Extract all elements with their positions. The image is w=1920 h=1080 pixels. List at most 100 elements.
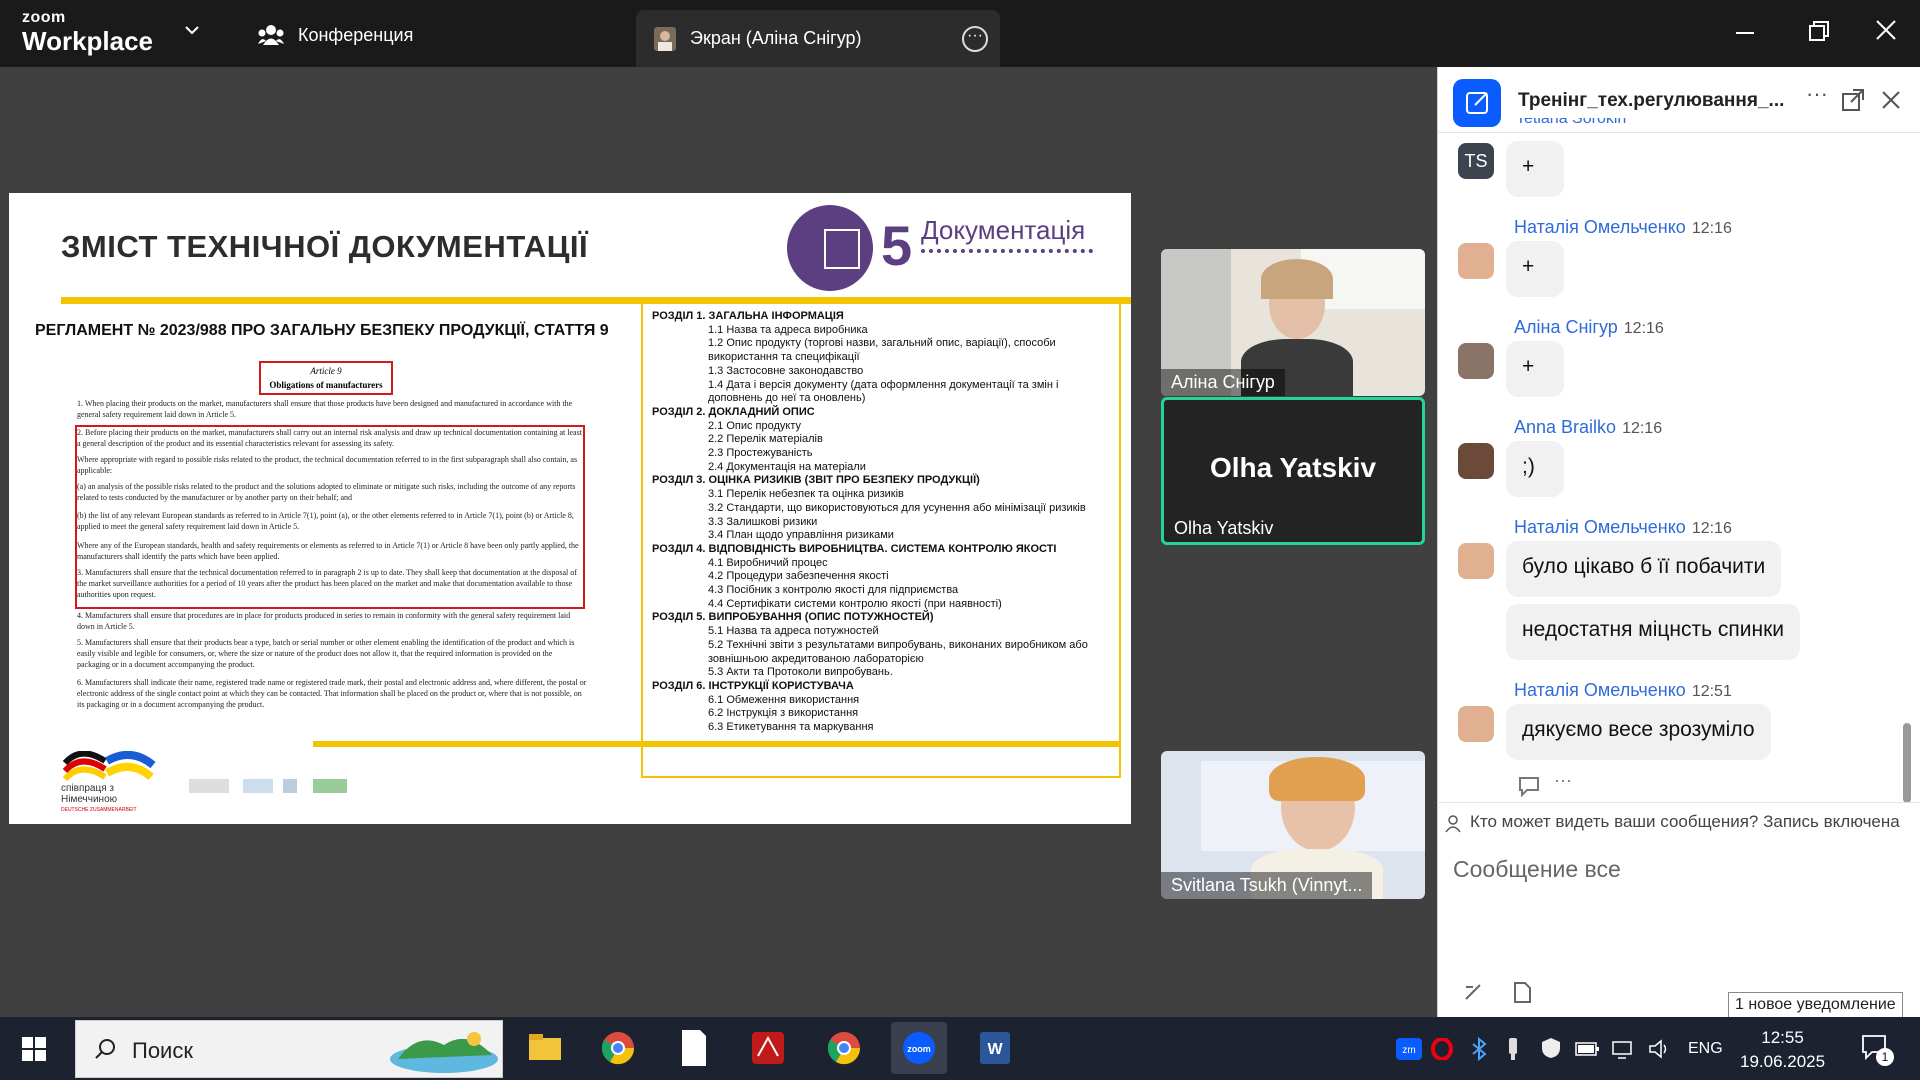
avatar[interactable] (1458, 343, 1494, 379)
toc-item: 4.1 Виробничий процес (708, 556, 828, 569)
partner-logo-4 (283, 779, 297, 793)
participant-display-name: Olha Yatskiv (1209, 452, 1377, 483)
partner-line-3: DEUTSCHE ZUSAMMENARBEIT (61, 807, 137, 813)
toc-section-heading: РОЗДІЛ 5. ВИПРОБУВАННЯ (ОПИС ПОТУЖНОСТЕЙ… (652, 611, 934, 624)
opera-tray-icon[interactable] (1431, 1038, 1453, 1060)
article-number: Article 9 (310, 366, 342, 376)
toc-item: 6.1 Обмеження використання (708, 693, 860, 706)
conference-label: Конференция (298, 24, 414, 45)
paragraph-4: 4. Manufacturers shall ensure that proce… (77, 611, 571, 631)
taskbar-zoom[interactable]: zoom (891, 1022, 947, 1074)
toc-item: 3.2 Стандарти, що використовуються для у… (708, 501, 1086, 514)
close-icon[interactable] (1876, 20, 1896, 40)
bluetooth-icon[interactable] (1470, 1037, 1488, 1061)
windows-start-icon[interactable] (22, 1037, 46, 1061)
chevron-down-icon[interactable] (184, 24, 200, 36)
taskbar-word[interactable]: W (966, 1022, 1022, 1074)
battery-icon[interactable] (1575, 1040, 1601, 1058)
dotted-divider (921, 249, 1093, 253)
paragraph-2a: (a) an analysis of the possible risks re… (77, 482, 576, 502)
avatar-icon (654, 26, 676, 51)
taskbar-search[interactable]: Поиск (75, 1020, 503, 1078)
author-name: Anna Brailko (1514, 417, 1617, 437)
volume-icon[interactable] (1648, 1038, 1672, 1060)
chat-header: Тренінг_тех.регулювання_... ··· (1438, 67, 1920, 133)
toc-item: 6.3 Етикетування та маркування (708, 721, 874, 734)
avatar[interactable] (1458, 543, 1494, 579)
article-title-box: Article 9 Obligations of manufacturers (259, 361, 393, 395)
message-time: 12:51 (1691, 683, 1732, 700)
visibility-notice[interactable]: Кто может видеть ваши сообщения? Запись … (1470, 812, 1900, 832)
taskbar-chrome[interactable] (590, 1022, 646, 1074)
toc-item: 2.3 Простежуваність (708, 447, 813, 460)
more-options-icon[interactable]: ··· (1806, 81, 1828, 107)
more-options-icon[interactable]: ··· (1554, 770, 1572, 791)
toc-item: 1.1 Назва та адреса виробника (708, 323, 868, 336)
screen-share-tab[interactable]: Экран (Аліна Снігур) ··· (636, 10, 1000, 67)
article-title: Obligations of manufacturers (269, 379, 383, 390)
message-input[interactable]: Сообщение все (1453, 856, 1621, 883)
toc-item: 4.4 Сертифікати системи контролю якості … (708, 597, 1002, 610)
taskbar-file-explorer[interactable] (517, 1022, 573, 1074)
toc-item: 6.2 Інструкція з використання (708, 707, 859, 720)
avatar[interactable] (1458, 243, 1494, 279)
usb-icon[interactable] (1505, 1036, 1521, 1062)
chat-compose-icon[interactable] (1453, 79, 1501, 127)
toc-item: 3.3 Залишкові ризики (708, 515, 818, 528)
title-bar: zoom Workplace Конференция Экран (Аліна … (0, 0, 1920, 67)
participant-tile-1[interactable]: Аліна Снігур (1161, 249, 1425, 396)
paragraph-3: 3. Manufacturers shall ensure that the t… (77, 568, 577, 599)
close-chat-icon[interactable] (1882, 91, 1900, 109)
conference-menu[interactable]: Конференция (258, 24, 413, 46)
clock-time: 12:55 (1761, 1028, 1804, 1047)
more-options-icon[interactable]: ··· (962, 26, 988, 52)
author-name: Наталія Омельченко (1514, 517, 1686, 537)
avatar[interactable] (1458, 706, 1494, 742)
participant-name: Svitlana Tsukh (Vinnyt... (1161, 872, 1373, 899)
format-text-icon[interactable] (1463, 982, 1483, 1002)
yellow-rule-bottom (313, 741, 1121, 747)
popout-icon[interactable] (1842, 89, 1864, 111)
language-indicator[interactable]: ENG (1688, 1040, 1723, 1058)
toc-item: 1.2 Опис продукту (торгові назви, загаль… (708, 337, 1056, 350)
minimize-icon[interactable] (1736, 32, 1756, 36)
message-author: Наталія Омельченко 12:16 (1514, 517, 1732, 538)
taskbar-clock[interactable]: 12:55 19.06.2025 (1740, 1026, 1825, 1074)
participant-tile-2[interactable]: Olha Yatskiv Olha Yatskiv (1161, 397, 1425, 545)
new-notification-toast[interactable]: 1 новое уведомление (1728, 992, 1903, 1018)
toc-section-heading: РОЗДІЛ 2. ДОКЛАДНИЙ ОПИС (652, 405, 815, 418)
author-name: Наталія Омельченко (1514, 680, 1686, 700)
taskbar-acrobat[interactable] (740, 1022, 796, 1074)
search-icon (95, 1039, 115, 1059)
file-attach-icon[interactable] (1512, 982, 1532, 1004)
screen-tab-label: Экран (Аліна Снігур) (690, 28, 862, 48)
reply-icon[interactable] (1517, 775, 1541, 797)
chat-title: Тренінг_тех.регулювання_... (1518, 90, 1785, 111)
chat-scrollbar[interactable] (1903, 723, 1911, 803)
svg-text:zm: zm (1402, 1045, 1415, 1056)
participant-tile-3[interactable]: Svitlana Tsukh (Vinnyt... (1161, 751, 1425, 899)
toc-item: 2.4 Документація на матеріали (708, 460, 866, 473)
divider (1437, 802, 1920, 803)
toc-item: доповнень до неї та оновлень) (708, 392, 866, 405)
author-name: Аліна Снігур (1514, 317, 1618, 337)
avatar[interactable] (1458, 443, 1494, 479)
toc-item: 4.2 Процедури забезпечення якості (708, 570, 889, 583)
participant-name: Аліна Снігур (1161, 369, 1285, 396)
network-icon[interactable] (1612, 1038, 1638, 1060)
taskbar-document[interactable] (666, 1022, 722, 1074)
taskbar-chrome-2[interactable] (816, 1022, 872, 1074)
chat-message: + (1506, 241, 1564, 297)
security-shield-icon[interactable] (1539, 1036, 1563, 1060)
chat-message: було цікаво б її побачити (1506, 541, 1782, 597)
badge-number: 5 (881, 214, 913, 277)
message-time: 12:16 (1622, 420, 1663, 437)
restore-icon[interactable] (1808, 20, 1830, 42)
message-author: Anna Brailko 12:16 (1514, 417, 1662, 438)
toc-item: 5.1 Назва та адреса потужностей (708, 625, 879, 638)
paragraph-2-sub: Where appropriate with regard to possibl… (77, 455, 578, 475)
zoom-tray-icon[interactable]: zm (1396, 1038, 1422, 1060)
partner-logo-2 (189, 779, 229, 793)
toc-item: 1.3 Застосовне законодавство (708, 364, 864, 377)
avatar[interactable]: TS (1458, 143, 1494, 179)
